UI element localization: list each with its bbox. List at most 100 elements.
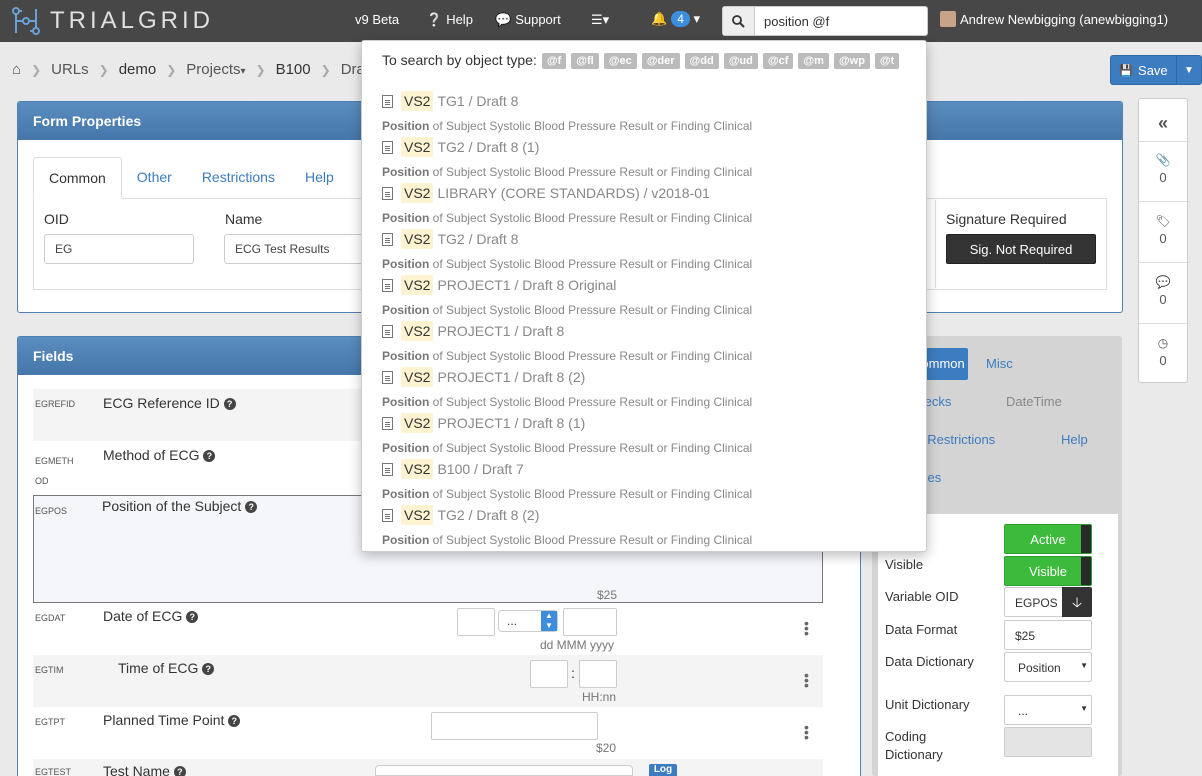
notifications[interactable]: 🔔 4 ▾ xyxy=(651,11,700,27)
help-icon[interactable]: ? xyxy=(228,715,241,727)
crumb-projects[interactable]: Projects▾ xyxy=(186,61,245,78)
name-field[interactable]: ECG Test Results xyxy=(224,234,374,264)
comments-icon: 💬 xyxy=(495,12,512,27)
crumb-urls[interactable]: URLs xyxy=(51,61,89,78)
data-format-label: Data Format xyxy=(885,622,958,637)
link-help[interactable]: Help xyxy=(1061,432,1088,447)
coding-dictionary-input[interactable] xyxy=(1004,727,1092,757)
link-datetime[interactable]: DateTime xyxy=(1006,394,1062,409)
search-type-chip[interactable]: @f xyxy=(541,53,567,69)
search-type-chip[interactable]: @dd xyxy=(684,53,719,69)
help-icon[interactable]: ? xyxy=(203,450,216,462)
table-row[interactable]: EGDAT Date of ECG ? ... ▲ ▼ dd MMM yyyy • •… xyxy=(33,603,823,655)
time-point-input[interactable] xyxy=(431,712,598,740)
table-row[interactable]: EGTEST Test Name ? Log xyxy=(33,759,823,776)
result-tag: VS2 xyxy=(401,137,434,157)
search-result-item[interactable]: VS2 PROJECT1 / Draft 8 (1) Position of Sub… xyxy=(382,413,912,459)
data-dictionary-select[interactable]: Position ▼ xyxy=(1004,652,1092,682)
sidebar-item-tags[interactable]: 🏷 0 xyxy=(1139,214,1187,246)
search-result-item[interactable]: VS2 LIBRARY (CORE STANDARDS) / v2018-01 Po… xyxy=(382,183,912,229)
help-icon[interactable]: ? xyxy=(245,501,258,513)
bell-icon: 🔔 xyxy=(651,11,668,26)
tab-restrictions[interactable]: Restrictions xyxy=(187,157,290,199)
month-select[interactable]: ... ▲ ▼ xyxy=(498,610,558,632)
help-icon[interactable]: ? xyxy=(223,398,236,410)
search-result-item[interactable]: VS2 TG2 / Draft 8 Position of Subject Syst… xyxy=(382,229,912,275)
table-row[interactable]: EGTIM Time of ECG ? : HH:nn • • • xyxy=(33,655,823,707)
search-type-chip[interactable]: @t xyxy=(874,53,900,69)
search-result-item[interactable]: VS2 TG2 / Draft 8 (2) Position of Subject … xyxy=(382,505,912,551)
search-type-chip[interactable]: @cf xyxy=(762,53,794,69)
hour-input[interactable] xyxy=(530,660,568,688)
result-match: Position xyxy=(382,487,430,501)
search-type-chip[interactable]: @der xyxy=(641,53,680,69)
search-type-chip[interactable]: @ud xyxy=(723,53,758,69)
save-button[interactable]: 💾 Save xyxy=(1111,56,1177,84)
row-menu-icon[interactable]: • • • xyxy=(804,668,809,692)
field-label: Position of the Subject ? xyxy=(102,498,258,514)
result-description: Position of Subject Systolic Blood Press… xyxy=(382,257,912,271)
result-desc: of Subject Systolic Blood Pressure Resul… xyxy=(429,533,753,547)
menu-dropdown[interactable]: ☰▾ xyxy=(591,12,609,28)
row-menu-icon[interactable]: • • • xyxy=(804,720,809,744)
save-options-button[interactable]: ▼ xyxy=(1177,56,1201,84)
result-title: VS2 PROJECT1 / Draft 8 (2) xyxy=(382,367,912,387)
day-input[interactable] xyxy=(457,608,495,636)
support-link[interactable]: 💬 Support xyxy=(495,12,561,28)
search-result-item[interactable]: VS2 B100 / Draft 7 Position of Subject Sys… xyxy=(382,459,912,505)
result-path: TG1 / Draft 8 xyxy=(437,93,519,109)
data-format-input[interactable]: $25 xyxy=(1004,620,1092,650)
search-type-chip[interactable]: @fl xyxy=(571,53,599,69)
sidebar-item-attachments[interactable]: 📎 0 xyxy=(1139,153,1187,185)
active-toggle[interactable]: Active xyxy=(1004,524,1092,554)
test-name-select[interactable] xyxy=(375,765,633,776)
row-menu-icon[interactable]: • • • xyxy=(804,616,809,640)
search-type-chip[interactable]: @wp xyxy=(833,53,870,69)
signature-toggle[interactable]: Sig. Not Required xyxy=(946,234,1096,264)
crumb-b100[interactable]: B100 xyxy=(276,61,311,78)
result-tag: VS2 xyxy=(401,413,434,433)
unit-dictionary-select[interactable]: ... ▼ xyxy=(1004,695,1092,725)
search-result-item[interactable]: VS2 PROJECT1 / Draft 8 (2) Position of Sub… xyxy=(382,367,912,413)
tab-help[interactable]: Help xyxy=(290,157,349,199)
minute-input[interactable] xyxy=(579,660,617,688)
search-result-item[interactable]: VS2 TG2 / Draft 8 (1) Position of Subject … xyxy=(382,137,912,183)
document-icon xyxy=(382,462,393,476)
help-icon[interactable]: ? xyxy=(173,766,186,776)
tab-common[interactable]: Common xyxy=(33,157,122,199)
search-type-chip[interactable]: @ec xyxy=(603,53,637,69)
save-label: Save xyxy=(1138,62,1168,78)
arrow-down-icon[interactable]: 🡣 xyxy=(1062,587,1092,617)
help-icon[interactable]: ? xyxy=(186,611,199,623)
tab-other[interactable]: Other xyxy=(122,157,187,199)
result-desc: of Subject Systolic Blood Pressure Resul… xyxy=(429,257,753,271)
log-button[interactable]: Log xyxy=(649,764,677,776)
visible-toggle[interactable]: Visible xyxy=(1004,556,1092,586)
divider xyxy=(1139,262,1187,263)
search-result-item[interactable]: VS2 PROJECT1 / Draft 8 Original Position o… xyxy=(382,275,912,321)
table-row[interactable]: EGTPT Planned Time Point ? $20 • • • xyxy=(33,707,823,759)
help-icon[interactable]: ? xyxy=(202,663,215,675)
collapse-icon[interactable]: « xyxy=(1139,113,1187,134)
search-input[interactable] xyxy=(756,7,926,35)
sidebar-item-history[interactable]: ◷ 0 xyxy=(1139,336,1187,368)
sidebar-item-comments[interactable]: 💬 0 xyxy=(1139,275,1187,307)
user-menu[interactable]: Andrew Newbigging (anewbigging1) xyxy=(940,11,1168,27)
tab-field-misc[interactable]: Misc xyxy=(986,356,1013,371)
search-result-item[interactable]: VS2 PROJECT1 / Draft 8 Position of Subject… xyxy=(382,321,912,367)
help-link[interactable]: ❔ Help xyxy=(426,12,473,28)
comment-icon: 💬 xyxy=(1155,275,1171,289)
year-input[interactable] xyxy=(563,608,617,636)
home-icon[interactable]: ⌂ xyxy=(12,61,21,78)
result-title: VS2 PROJECT1 / Draft 8 (1) xyxy=(382,413,912,433)
beta-link[interactable]: v9 Beta xyxy=(355,12,399,27)
result-match: Position xyxy=(382,119,430,133)
search-button[interactable] xyxy=(723,7,755,35)
document-icon xyxy=(382,140,393,154)
search-type-chip[interactable]: @m xyxy=(798,53,829,69)
crumb-demo[interactable]: demo xyxy=(119,61,157,78)
brand[interactable]: TRIALGRID xyxy=(10,5,214,37)
search-result-item[interactable]: VS2 TG1 / Draft 8 Position of Subject Syst… xyxy=(382,91,912,137)
beta-label: v9 Beta xyxy=(355,12,400,27)
oid-field[interactable]: EG xyxy=(44,234,194,264)
